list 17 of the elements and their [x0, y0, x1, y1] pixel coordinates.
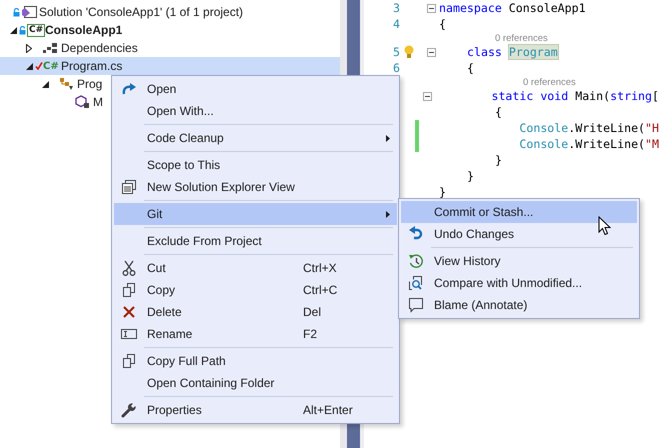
csharp-label: C#	[27, 24, 46, 36]
code-line: static void Main(string[	[490, 89, 659, 103]
csharp-label: C#	[43, 60, 59, 72]
code-line: {	[494, 105, 502, 119]
code-line: }	[494, 153, 502, 167]
code-line: Console.WriteLine("H	[518, 121, 659, 135]
code-line: class Program	[466, 45, 558, 59]
code-line: Console.WriteLine("M	[518, 137, 659, 151]
code-line: {	[438, 17, 446, 31]
line-number: 4	[393, 17, 400, 31]
code-line: {	[466, 61, 474, 75]
line-number: 5	[393, 45, 400, 59]
line-number: 3	[393, 1, 400, 15]
line-number: 6	[393, 61, 400, 75]
code-line: }	[466, 169, 474, 183]
code-line: }	[438, 185, 446, 199]
code-line: namespace ConsoleApp1	[438, 1, 586, 15]
